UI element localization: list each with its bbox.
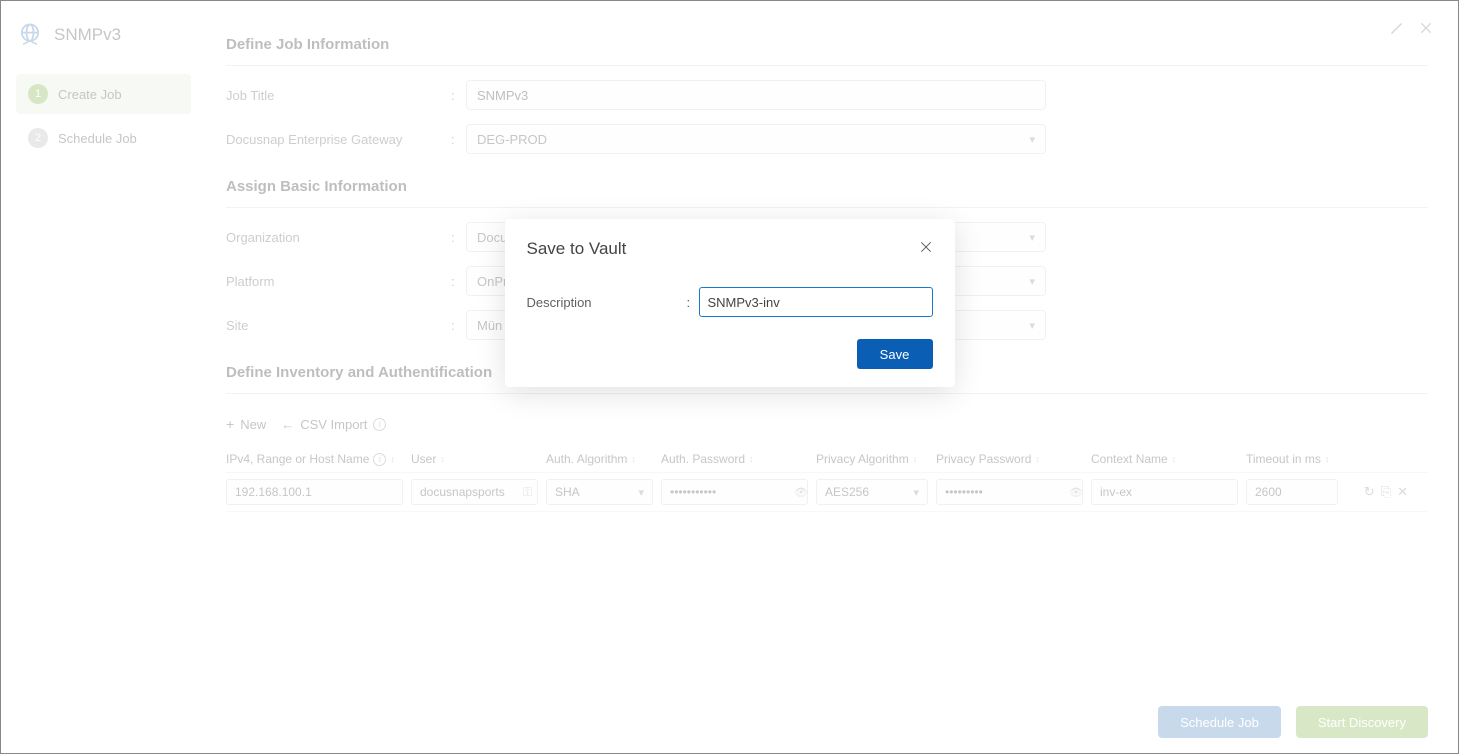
modal-title: Save to Vault (527, 239, 627, 259)
modal-header: Save to Vault (527, 239, 933, 259)
save-to-vault-modal: Save to Vault Description : Save (505, 219, 955, 387)
modal-close-icon[interactable] (919, 240, 933, 259)
modal-row-description: Description : (527, 287, 933, 317)
modal-footer: Save (527, 339, 933, 369)
modal-save-button[interactable]: Save (857, 339, 933, 369)
modal-overlay: Save to Vault Description : Save (1, 1, 1458, 753)
modal-label-description: Description (527, 295, 687, 310)
modal-input-description[interactable] (699, 287, 933, 317)
